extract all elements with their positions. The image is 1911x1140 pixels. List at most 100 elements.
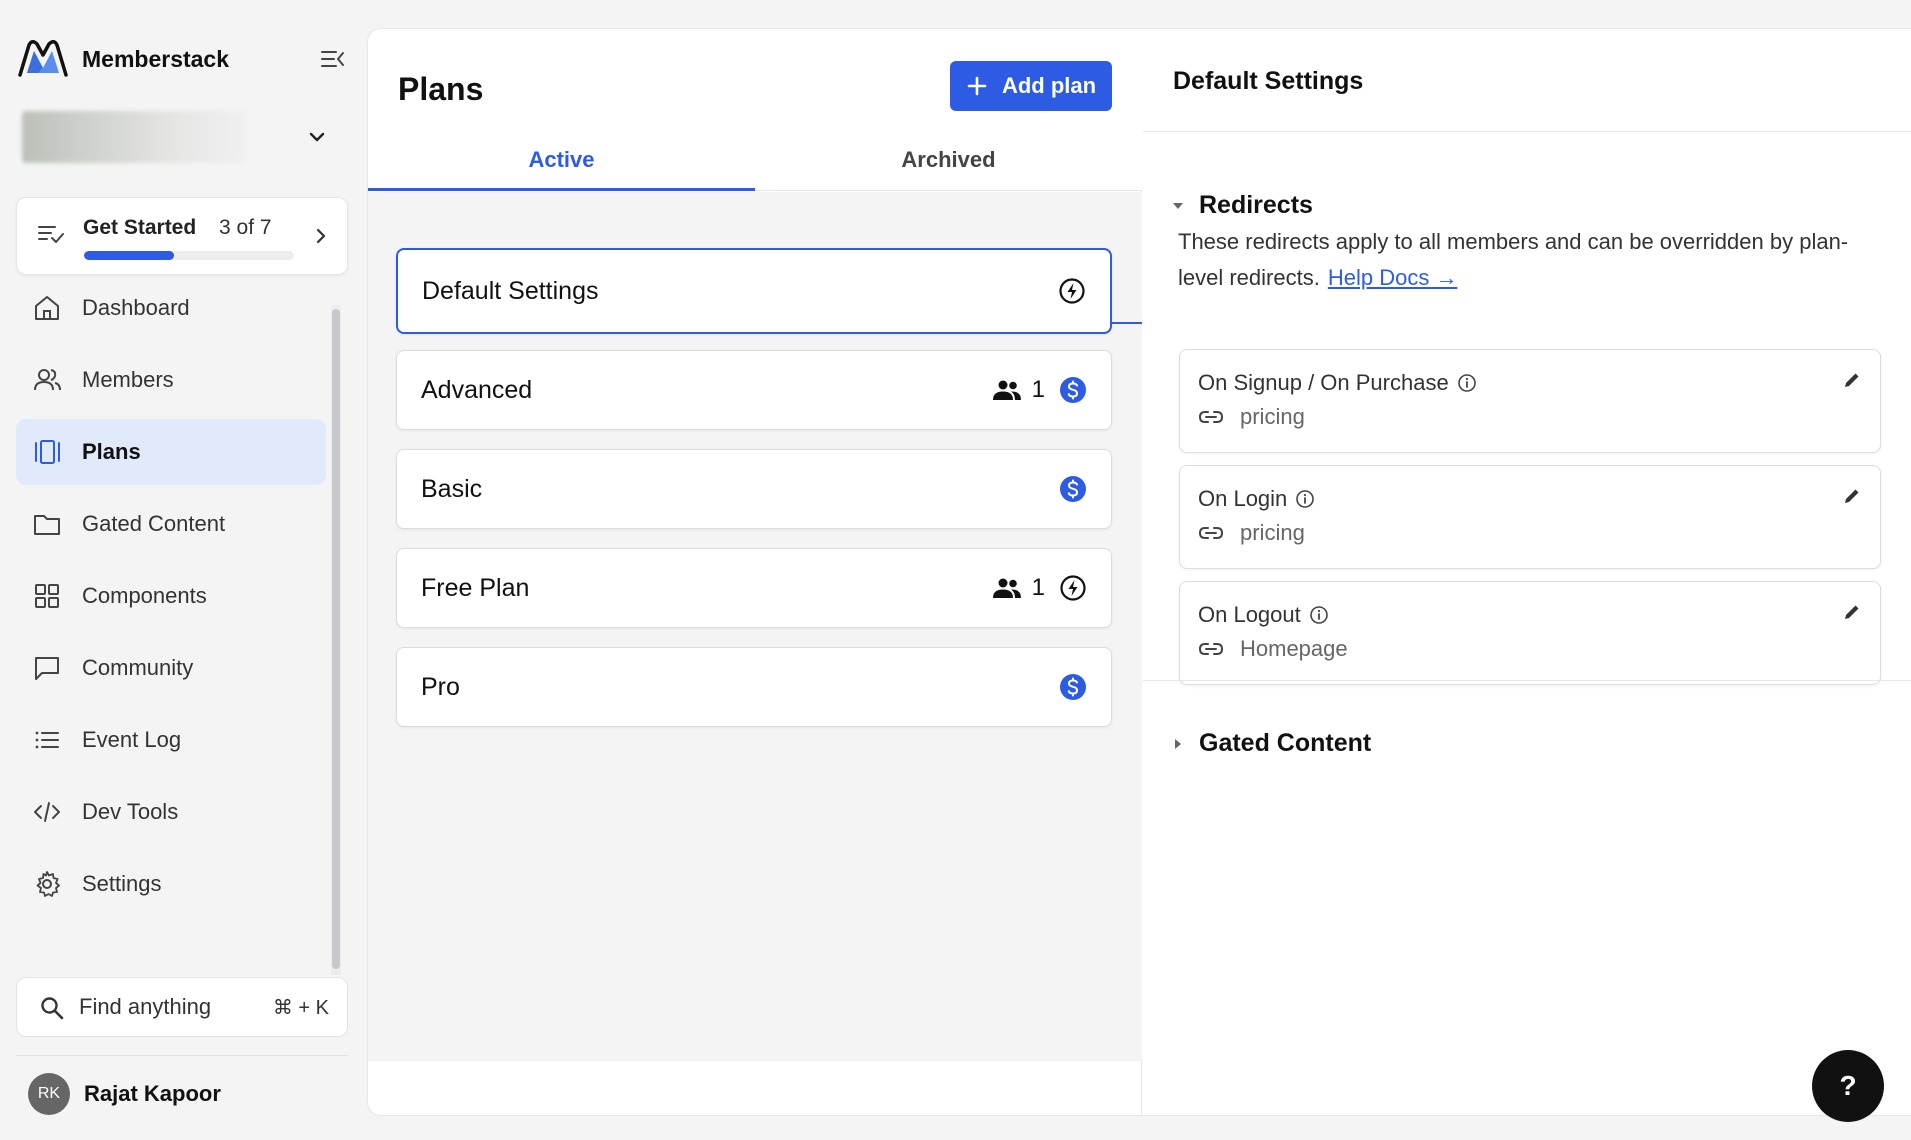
search-icon [41,997,64,1020]
workspace-name-redacted [22,111,247,163]
redirect-value-text: pricing [1240,404,1305,429]
plan-meta [1058,250,1086,332]
code-icon [34,802,60,822]
caret-down-icon [1173,202,1183,209]
chevron-down-icon [309,132,325,142]
pencil-icon[interactable] [1842,486,1862,506]
sidebar-item-label: Event Log [82,727,182,752]
redirect-label-text: On Signup / On Purchase [1198,370,1449,395]
plus-icon [967,76,987,96]
plan-card-advanced[interactable]: Advanced 1 [396,350,1112,430]
sidebar-item-dev-tools[interactable]: Dev Tools [16,779,326,845]
section-title: Redirects [1199,191,1313,219]
plan-list: Default Settings Advanced 1 Basic Free P… [396,248,1112,746]
plan-name: Basic [421,474,483,503]
sidebar-item-components[interactable]: Components [16,563,326,629]
sidebar-scrollbar-thumb[interactable] [332,309,340,969]
sidebar-nav: Dashboard Members Plans Gated Content Co… [16,275,326,923]
members-count: 1 [1031,376,1045,403]
divider [16,1055,348,1056]
redirects-description: These redirects apply to all members and… [1178,224,1878,296]
redirects-description-text: These redirects apply to all members and… [1178,229,1849,290]
search-input[interactable] [79,978,269,1036]
gated-content-section-toggle[interactable]: Gated Content [1171,729,1371,758]
redirect-label: On Signup / On Purchase [1198,370,1477,396]
redirect-card-signup: On Signup / On Purchase pricing [1179,349,1881,453]
user-menu[interactable]: RK Rajat Kapoor [28,1073,221,1115]
plan-name: Free Plan [421,573,530,602]
collapse-sidebar-icon[interactable] [320,47,346,71]
folder-icon [34,515,60,535]
get-started-count: 3 of 7 [219,216,272,239]
plan-tabs: Active Archived [368,137,1142,191]
details-title: Default Settings [1173,67,1364,95]
sidebar-scrollbar[interactable] [331,305,341,975]
sidebar-item-label: Gated Content [82,511,226,536]
redirect-label: On Login [1198,486,1315,512]
redirect-value-text: pricing [1240,520,1305,545]
get-started-card[interactable]: Get Started 3 of 7 [16,197,348,275]
lightning-icon [1059,278,1085,304]
plan-card-pro[interactable]: Pro [396,647,1112,727]
sidebar-item-label: Dashboard [82,295,190,320]
sidebar-item-event-log[interactable]: Event Log [16,707,326,773]
tab-active[interactable]: Active [368,137,755,191]
pencil-icon[interactable] [1842,602,1862,622]
grid-icon [35,584,59,608]
brand-name: Memberstack [82,45,230,72]
get-started-progress-fill [84,251,175,260]
workspace-switcher[interactable] [22,110,340,164]
details-panel: Default Settings Redirects These redirec… [1143,29,1911,1115]
sidebar-item-label: Plans [82,439,141,464]
redirect-value: pricing [1198,520,1305,546]
members-icon [992,380,1021,400]
user-name: Rajat Kapoor [84,1081,221,1106]
search-box[interactable]: ⌘ + K [16,977,348,1037]
sidebar-item-plans[interactable]: Plans [16,419,326,485]
info-icon[interactable] [1309,605,1329,625]
sidebar-item-members[interactable]: Members [16,347,326,413]
redirects-section-toggle[interactable]: Redirects [1171,191,1313,220]
help-docs-link[interactable]: Help Docs → [1328,265,1458,290]
lightning-icon [1060,575,1086,601]
dollar-icon [1060,377,1086,403]
plan-card-basic[interactable]: Basic [396,449,1112,529]
redirect-value: pricing [1198,404,1305,430]
plan-card-default-settings[interactable]: Default Settings [396,248,1112,334]
add-plan-button[interactable]: Add plan [950,61,1112,111]
sidebar-item-community[interactable]: Community [16,635,326,701]
selection-connector [1112,322,1142,324]
divider [1143,680,1911,681]
sidebar-item-gated-content[interactable]: Gated Content [16,491,326,557]
plan-meta [1059,450,1087,528]
plan-meta [1059,648,1087,726]
chat-icon [35,657,59,680]
sidebar-item-dashboard[interactable]: Dashboard [16,275,326,341]
help-button[interactable]: ? [1812,1050,1884,1122]
add-plan-label: Add plan [1001,73,1097,98]
sidebar-item-settings[interactable]: Settings [16,851,326,917]
plan-name: Pro [421,672,460,701]
plan-meta: 1 [992,351,1087,429]
link-icon [1198,643,1224,655]
redirect-value-text: Homepage [1240,636,1348,661]
plans-column: Plans Add plan Active Archived Default S… [368,29,1142,1115]
pencil-icon[interactable] [1842,370,1862,390]
avatar: RK [28,1073,70,1115]
info-icon[interactable] [1295,489,1315,509]
memberstack-logo-icon [18,40,68,77]
chevron-right-icon [316,228,326,244]
plan-card-free-plan[interactable]: Free Plan 1 [396,548,1112,628]
link-icon [1198,411,1224,423]
dollar-icon [1060,674,1086,700]
brand: Memberstack [16,36,346,82]
members-icon [34,369,61,391]
info-icon[interactable] [1457,373,1477,393]
main-panel: Plans Add plan Active Archived Default S… [367,28,1911,1116]
plans-header: Plans Add plan Active Archived [368,29,1142,191]
home-icon [35,296,59,320]
get-started-progress [84,251,294,260]
members-icon [992,578,1021,598]
tab-archived[interactable]: Archived [755,137,1142,190]
redirect-label: On Logout [1198,602,1329,628]
